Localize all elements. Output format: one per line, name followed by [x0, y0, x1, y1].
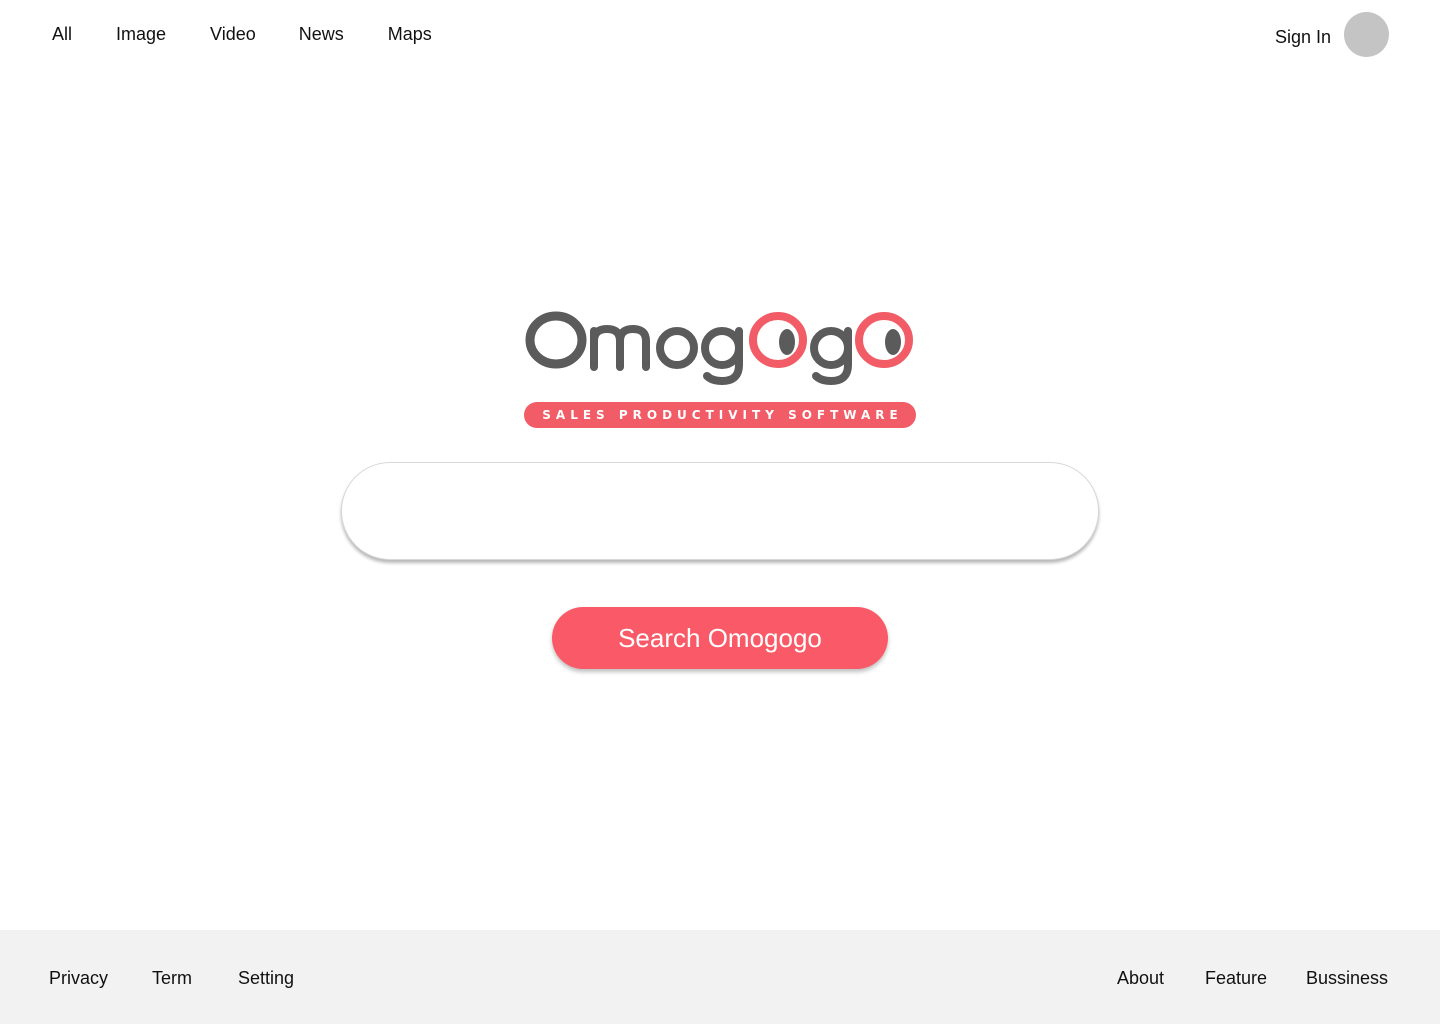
top-nav: All Image Video News Maps: [52, 22, 432, 46]
footer-link-privacy[interactable]: Privacy: [49, 966, 108, 990]
sign-in-link[interactable]: Sign In: [1275, 25, 1331, 49]
logo: SALES PRODUCTIVITY SOFTWARE: [522, 305, 918, 430]
search-input[interactable]: [341, 462, 1099, 560]
footer-link-term[interactable]: Term: [152, 966, 192, 990]
footer-link-feature[interactable]: Feature: [1205, 966, 1267, 990]
logo-tagline-pill: SALES PRODUCTIVITY SOFTWARE: [524, 402, 916, 428]
nav-maps[interactable]: Maps: [388, 22, 432, 46]
avatar[interactable]: [1344, 12, 1389, 57]
search-button[interactable]: Search Omogogo: [552, 607, 888, 669]
search-home-page: All Image Video News Maps Sign In SALES …: [0, 0, 1440, 1024]
nav-image[interactable]: Image: [116, 22, 166, 46]
footer-link-bussiness[interactable]: Bussiness: [1306, 966, 1388, 990]
footer-link-about[interactable]: About: [1117, 966, 1164, 990]
logo-tagline: SALES PRODUCTIVITY SOFTWARE: [542, 408, 903, 422]
logo-wordmark: [525, 311, 913, 386]
footer: Privacy Term Setting About Feature Bussi…: [0, 930, 1440, 1024]
footer-link-setting[interactable]: Setting: [238, 966, 294, 990]
nav-news[interactable]: News: [299, 22, 344, 46]
nav-all[interactable]: All: [52, 22, 72, 46]
nav-video[interactable]: Video: [210, 22, 256, 46]
